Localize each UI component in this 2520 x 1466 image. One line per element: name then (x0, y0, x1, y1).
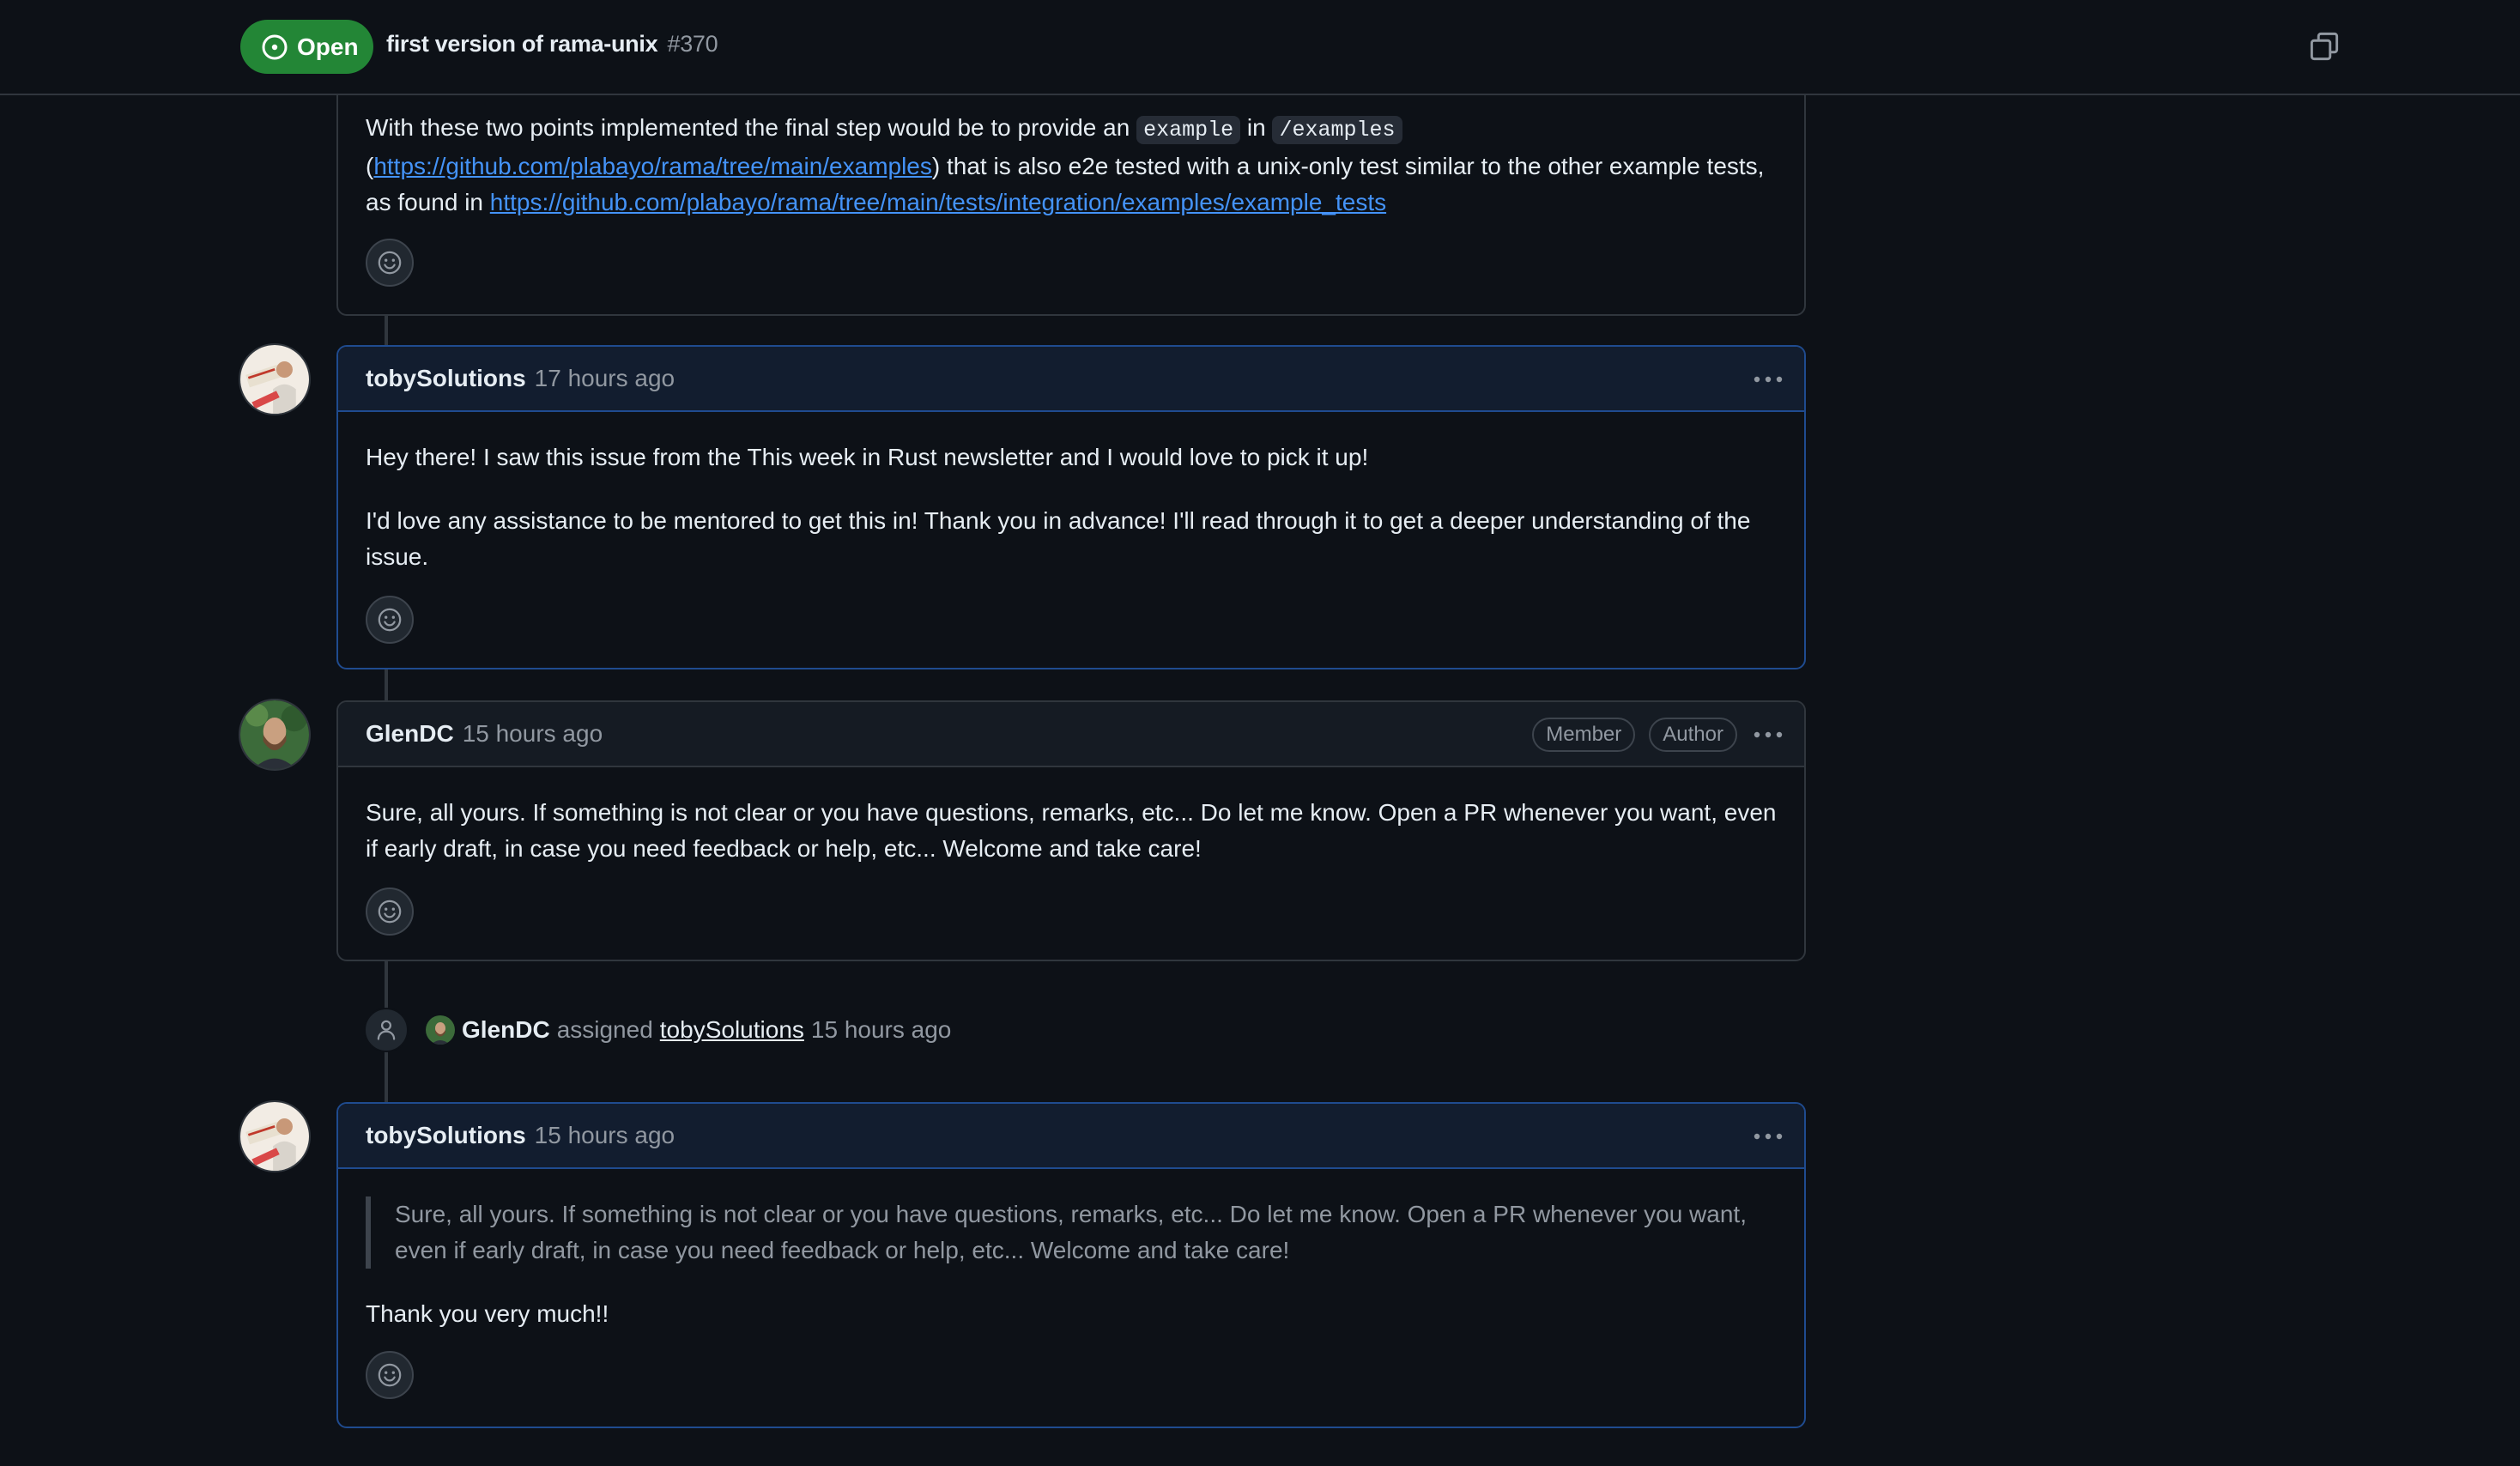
smiley-icon (377, 899, 403, 924)
comment-text: ( (366, 153, 374, 179)
example-tests-link[interactable]: https://github.com/plabayo/rama/tree/mai… (490, 189, 1386, 215)
comment-paragraph: Hey there! I saw this issue from the Thi… (366, 444, 1369, 470)
comment-options-button[interactable] (1751, 718, 1785, 752)
examples-link[interactable]: https://github.com/plabayo/rama/tree/mai… (373, 153, 932, 179)
person-icon (374, 1018, 398, 1042)
comment-body: With these two points implemented the fi… (366, 110, 1777, 221)
comment-body: Sure, all yours. If something is not cle… (366, 795, 1777, 867)
comment-paragraph: With these two points implemented the fi… (366, 110, 1777, 221)
comment-body: Sure, all yours. If something is not cle… (366, 1196, 1777, 1332)
comment-quote: Sure, all yours. If something is not cle… (366, 1196, 1777, 1269)
copy-button[interactable] (2309, 31, 2343, 65)
issue-number: #370 (667, 31, 718, 57)
event-verb: assigned (556, 1016, 653, 1043)
comment-header-actions (1751, 1119, 1785, 1154)
inline-code: example (1136, 116, 1241, 144)
avatar-tobysolutions[interactable] (239, 1100, 311, 1172)
add-reaction-button[interactable] (366, 1351, 414, 1399)
smiley-icon (377, 250, 403, 276)
kebab-horizontal-icon (1753, 1132, 1784, 1141)
inline-code: /examples (1272, 116, 1402, 144)
comment-paragraph: I'd love any assistance to be mentored t… (366, 507, 1751, 570)
event-actor-avatar[interactable] (426, 1015, 455, 1045)
add-reaction-button[interactable] (366, 887, 414, 936)
comment-card: GlenDC 15 hours ago Member Author Sure, … (336, 700, 1806, 961)
add-reaction-button[interactable] (366, 596, 414, 644)
comment-text: in (1240, 114, 1273, 141)
comment-text: With these two points implemented the fi… (366, 114, 1137, 141)
comment-body: Hey there! I saw this issue from the Thi… (366, 439, 1777, 575)
avatar-glendc[interactable] (239, 699, 311, 771)
comment-options-button[interactable] (1751, 1119, 1785, 1154)
comment-header-actions (1751, 362, 1785, 397)
copy-icon (2309, 31, 2343, 62)
avatar-tobysolutions[interactable] (239, 343, 311, 415)
comment-author[interactable]: tobySolutions (366, 1122, 526, 1149)
event-assignee[interactable]: tobySolutions (660, 1016, 804, 1044)
comment-options-button[interactable] (1751, 362, 1785, 397)
smiley-icon (377, 1362, 403, 1388)
comment-author[interactable]: GlenDC (366, 720, 454, 748)
event-actor[interactable]: GlenDC (462, 1016, 550, 1044)
comment-header-actions: Member Author (1532, 718, 1785, 752)
add-reaction-button[interactable] (366, 239, 414, 287)
kebab-horizontal-icon (1753, 730, 1784, 739)
member-badge: Member (1532, 718, 1636, 752)
event-timestamp[interactable]: 15 hours ago (811, 1016, 951, 1044)
author-badge: Author (1649, 718, 1737, 752)
comment-timestamp[interactable]: 15 hours ago (535, 1122, 675, 1149)
comment-timestamp[interactable]: 15 hours ago (463, 720, 603, 748)
issue-state-label: Open (297, 33, 359, 60)
comment-author[interactable]: tobySolutions (366, 365, 526, 392)
comment-card: tobySolutions 17 hours ago Hey there! I … (336, 345, 1806, 669)
assigned-event-badge (364, 1008, 409, 1052)
kebab-horizontal-icon (1753, 375, 1784, 384)
timeline-connector (385, 316, 388, 345)
comment-header: tobySolutions 17 hours ago (338, 347, 1804, 412)
comment-timestamp[interactable]: 17 hours ago (535, 365, 675, 392)
smiley-icon (377, 607, 403, 633)
issue-title-text: first version of rama-unix (386, 31, 658, 57)
comment-paragraph: Thank you very much!! (366, 1300, 609, 1327)
issue-opened-icon (261, 33, 288, 61)
assigned-event: GlenDC assigned tobySolutions 15 hours a… (426, 1013, 951, 1047)
comment-header: tobySolutions 15 hours ago (338, 1104, 1804, 1169)
issue-title: first version of rama-unix #370 (386, 31, 718, 58)
comment-card: tobySolutions 15 hours ago Sure, all you… (336, 1102, 1806, 1428)
timeline-connector (385, 669, 388, 700)
issue-state-badge: Open (240, 20, 373, 74)
sticky-issue-header: Open first version of rama-unix #370 (0, 0, 2520, 95)
comment-paragraph: Sure, all yours. If something is not cle… (366, 799, 1777, 862)
